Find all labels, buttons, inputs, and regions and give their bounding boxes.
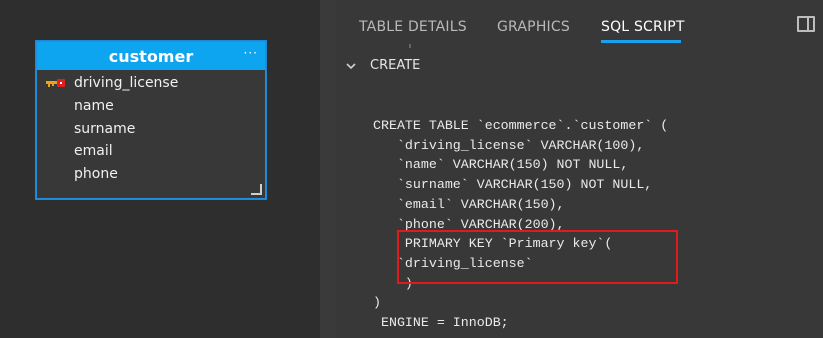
chevron-down-icon (346, 62, 356, 69)
diagram-canvas[interactable]: customer ··· driving_license name surnam… (0, 0, 320, 338)
sql-line: ) (373, 295, 381, 311)
field-phone[interactable]: phone (37, 163, 265, 186)
field-label: name (74, 98, 114, 115)
sql-line: ENGINE = InnoDB; (373, 315, 509, 331)
field-surname[interactable]: surname (37, 117, 265, 140)
primary-key-highlight-box (397, 230, 678, 284)
field-label: surname (74, 120, 136, 137)
sql-line: `name` VARCHAR(150) NOT NULL, (373, 157, 629, 173)
primary-key-icon (37, 78, 74, 88)
scroll-stub (409, 44, 411, 48)
entity-fields: driving_license name surname email phone (37, 70, 265, 185)
sql-line: `surname` VARCHAR(150) NOT NULL, (373, 177, 653, 193)
details-panel: TABLE DETAILS GRAPHICS SQL SCRIPT CREATE… (336, 0, 823, 338)
tab-bar: TABLE DETAILS GRAPHICS SQL SCRIPT (336, 0, 823, 44)
field-label: phone (74, 166, 118, 183)
tab-graphics[interactable]: GRAPHICS (497, 19, 570, 35)
section-create[interactable]: CREATE (346, 58, 420, 73)
entity-menu-icon[interactable]: ··· (244, 46, 258, 60)
tab-table-details[interactable]: TABLE DETAILS (359, 19, 467, 35)
resize-handle-icon[interactable] (251, 184, 262, 195)
tab-sql-script[interactable]: SQL SCRIPT (601, 19, 685, 35)
active-tab-indicator (601, 40, 681, 43)
sql-line: CREATE TABLE `ecommerce`.`customer` ( (373, 118, 669, 133)
field-name[interactable]: name (37, 95, 265, 118)
section-label: CREATE (370, 58, 421, 73)
toggle-panel-icon[interactable] (797, 16, 815, 32)
entity-customer[interactable]: customer ··· driving_license name surnam… (36, 41, 266, 199)
field-label: driving_license (74, 75, 179, 92)
field-driving-license[interactable]: driving_license (37, 72, 265, 95)
sql-line: `email` VARCHAR(150), (373, 196, 565, 212)
entity-header[interactable]: customer ··· (37, 42, 265, 70)
field-label: email (74, 143, 113, 160)
sql-line: `driving_license` VARCHAR(100), (373, 137, 645, 153)
entity-title: customer (108, 46, 194, 66)
field-email[interactable]: email (37, 140, 265, 163)
panel-splitter[interactable] (320, 0, 336, 338)
sql-code[interactable]: CREATE TABLE `ecommerce`.`customer` ( `d… (373, 116, 668, 333)
